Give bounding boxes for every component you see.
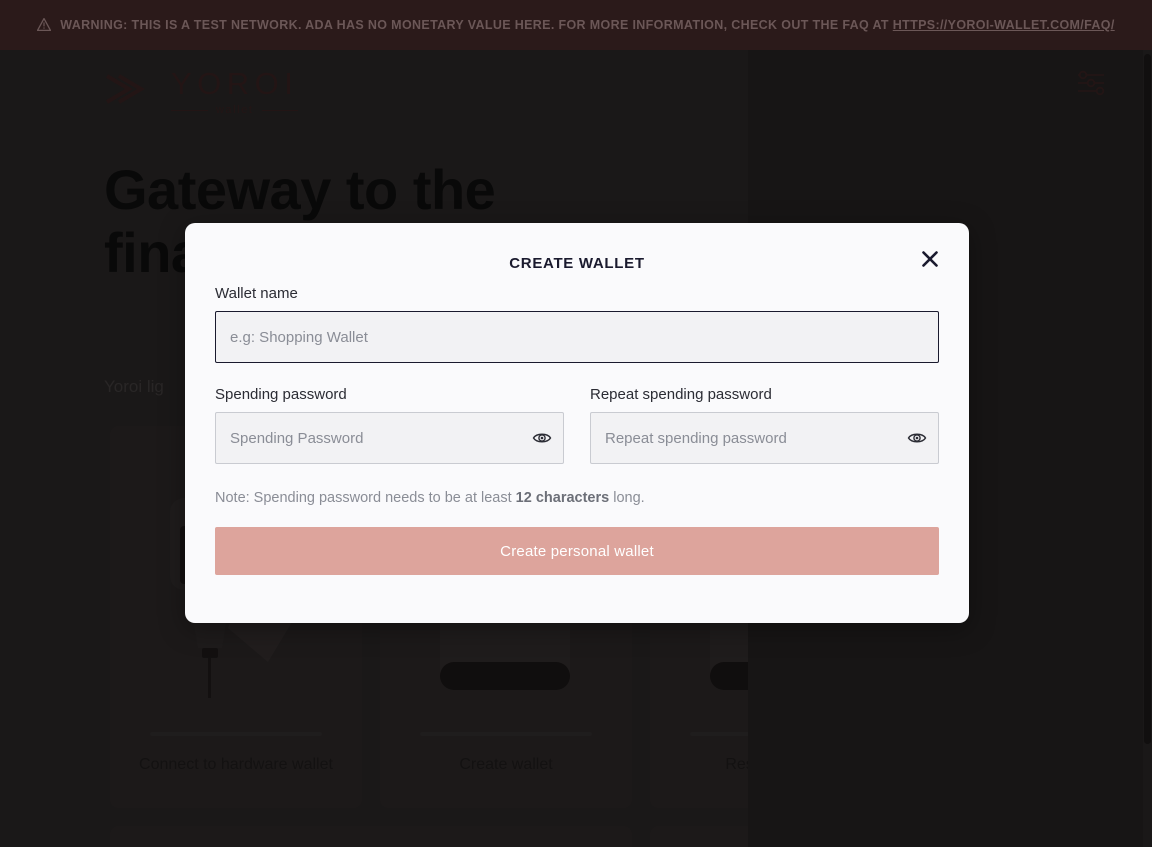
- note-suffix: long.: [609, 490, 645, 506]
- spending-password-label: Spending password: [215, 386, 347, 403]
- wallet-name-input[interactable]: [215, 311, 939, 363]
- repeat-password-input[interactable]: [590, 412, 939, 464]
- faq-link[interactable]: HTTPS://YOROI-WALLET.COM/FAQ/: [893, 18, 1115, 32]
- dialog-title: CREATE WALLET: [509, 255, 645, 272]
- password-requirement-note: Note: Spending password needs to be at l…: [215, 490, 939, 506]
- close-icon[interactable]: [918, 247, 942, 271]
- dialog-body: Wallet name Spending password: [215, 285, 939, 575]
- app-root: WARNING: THIS IS A TEST NETWORK. ADA HAS…: [0, 0, 1152, 847]
- warning-message: WARNING: THIS IS A TEST NETWORK. ADA HAS…: [60, 17, 893, 32]
- eye-icon[interactable]: [906, 427, 928, 449]
- note-strong: 12 characters: [515, 490, 610, 506]
- password-row: Spending password Repeat spen: [215, 386, 939, 464]
- create-wallet-dialog: CREATE WALLET Wallet name Spending passw…: [185, 223, 969, 623]
- test-network-warning-banner: WARNING: THIS IS A TEST NETWORK. ADA HAS…: [0, 0, 1152, 50]
- spending-password-field-wrap: [215, 412, 564, 464]
- wallet-name-label: Wallet name: [215, 285, 298, 302]
- repeat-password-group: Repeat spending password: [590, 386, 939, 464]
- eye-icon[interactable]: [531, 427, 553, 449]
- note-prefix: Note: Spending password needs to be at l…: [215, 490, 516, 506]
- warning-text: WARNING: THIS IS A TEST NETWORK. ADA HAS…: [37, 14, 1114, 37]
- spending-password-input[interactable]: [215, 412, 564, 464]
- wallet-name-field-wrap: [215, 311, 939, 363]
- spending-password-group: Spending password: [215, 386, 564, 464]
- create-personal-wallet-button[interactable]: Create personal wallet: [215, 527, 939, 575]
- warning-triangle-icon: [37, 17, 52, 31]
- repeat-password-label: Repeat spending password: [590, 386, 772, 403]
- repeat-password-field-wrap: [590, 412, 939, 464]
